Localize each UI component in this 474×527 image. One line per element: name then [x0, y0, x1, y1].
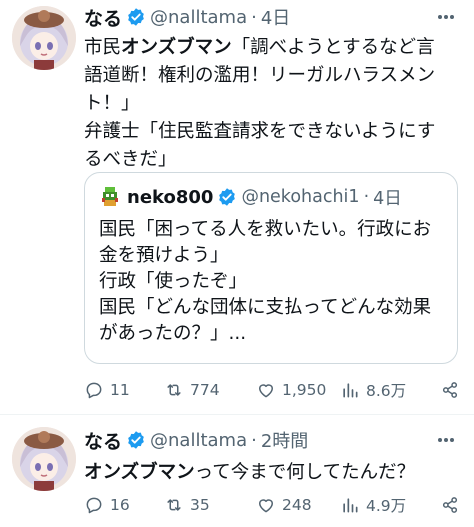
- separator: ·: [251, 429, 257, 451]
- avatar-image: [12, 427, 76, 491]
- views-button[interactable]: 8.6万: [340, 376, 406, 404]
- views-icon: [343, 498, 358, 513]
- avatar[interactable]: [12, 6, 76, 70]
- text-line: 金を預けよう」: [99, 245, 229, 266]
- handle[interactable]: @nalltama: [150, 7, 247, 28]
- display-name[interactable]: なる: [84, 427, 122, 454]
- tweet-header: なる @nalltama · 2時間: [84, 427, 474, 454]
- repost-button[interactable]: 774: [164, 376, 220, 404]
- verified-badge-icon: [128, 8, 144, 26]
- verified-badge-icon: [219, 188, 236, 206]
- text-line: があったの？」...: [99, 323, 247, 344]
- more-icon[interactable]: [436, 432, 456, 448]
- reply-button[interactable]: 16: [84, 491, 130, 519]
- quote-handle: @nekohachi1: [241, 187, 360, 207]
- like-count: 248: [282, 496, 312, 514]
- text-line: 弁護士「住民監査請求をできないようにす: [84, 121, 436, 142]
- quoted-tweet[interactable]: neko800 @nekohachi1 · 4日 国民「困ってる人を救いたい。行…: [84, 172, 458, 364]
- reply-count: 16: [110, 496, 130, 514]
- tweet-text: 市民オンズブマン「調べようとするなど言 語道断！権利の濫用！リーガルハラスメン …: [84, 34, 456, 174]
- quote-header: neko800 @nekohachi1 · 4日: [99, 185, 402, 209]
- like-count: 1,950: [282, 381, 327, 399]
- tweet[interactable]: なる @nalltama · 2時間 オンズブマンって今まで何してたんだ？ 16…: [0, 414, 474, 527]
- repost-count: 774: [190, 381, 220, 399]
- quote-display-name: neko800: [127, 186, 214, 208]
- tweet-text: オンズブマンって今まで何してたんだ？: [84, 459, 456, 487]
- views-button[interactable]: 4.9万: [340, 491, 406, 519]
- text-bold: オンズブマン: [84, 462, 195, 483]
- tweet[interactable]: なる @nalltama · 4日 市民オンズブマン「調べようとするなど言 語道…: [0, 0, 474, 414]
- view-count: 8.6万: [366, 382, 407, 400]
- text-line: 国民「困ってる人を救いたい。行政にお: [99, 219, 432, 240]
- quote-avatar[interactable]: [99, 186, 121, 208]
- verified-badge-icon: [128, 431, 144, 449]
- repost-icon: [167, 384, 181, 396]
- text-line: 語道断！権利の濫用！リーガルハラスメン: [84, 65, 436, 86]
- quote-timestamp: 4日: [373, 188, 402, 209]
- text-span: 「調べようとするなど言: [231, 37, 435, 58]
- action-bar: 16 35 248 4.9万: [84, 491, 460, 519]
- more-icon[interactable]: [436, 9, 456, 25]
- text-line: ト！」: [84, 93, 140, 114]
- reply-icon: [86, 497, 102, 514]
- avatar-image: [12, 6, 76, 70]
- reply-count: 11: [110, 381, 130, 399]
- text-span: って今まで何してたんだ？: [194, 462, 416, 483]
- repost-icon: [167, 499, 181, 511]
- like-icon: [259, 384, 273, 398]
- timestamp[interactable]: 2時間: [261, 427, 308, 453]
- text-span: 市民: [84, 37, 122, 58]
- share-button[interactable]: [440, 491, 460, 519]
- text-line: るべきだ」: [84, 149, 177, 170]
- share-button[interactable]: [440, 376, 460, 404]
- handle[interactable]: @nalltama: [150, 430, 247, 451]
- action-bar: 11 774 1,950 8.6万: [84, 376, 460, 404]
- views-icon: [343, 383, 358, 398]
- separator: ·: [251, 6, 257, 28]
- text-line: オンズブマンって今まで何してたんだ？: [84, 459, 456, 487]
- like-button[interactable]: 1,950: [256, 376, 326, 404]
- avatar[interactable]: [12, 427, 76, 491]
- repost-count: 35: [190, 496, 210, 514]
- display-name[interactable]: なる: [84, 4, 122, 31]
- text-line: 市民オンズブマン「調べようとするなど言: [84, 34, 456, 62]
- like-button[interactable]: 248: [256, 491, 312, 519]
- text-bold: オンズブマン: [121, 37, 232, 58]
- repost-button[interactable]: 35: [164, 491, 210, 519]
- reply-icon: [86, 382, 102, 399]
- quote-text: 国民「困ってる人を救いたい。行政にお 金を預けよう」 行政「使ったぞ」 国民「ど…: [99, 217, 431, 347]
- text-line: 行政「使ったぞ」: [99, 271, 248, 292]
- reply-button[interactable]: 11: [84, 376, 130, 404]
- like-icon: [259, 499, 273, 513]
- text-line: 国民「どんな団体に支払ってどんな効果: [99, 297, 432, 318]
- separator: ·: [363, 187, 370, 207]
- view-count: 4.9万: [366, 497, 407, 515]
- timestamp[interactable]: 4日: [261, 4, 290, 30]
- tweet-header: なる @nalltama · 4日: [84, 4, 474, 31]
- share-icon: [442, 497, 458, 513]
- share-icon: [442, 382, 458, 398]
